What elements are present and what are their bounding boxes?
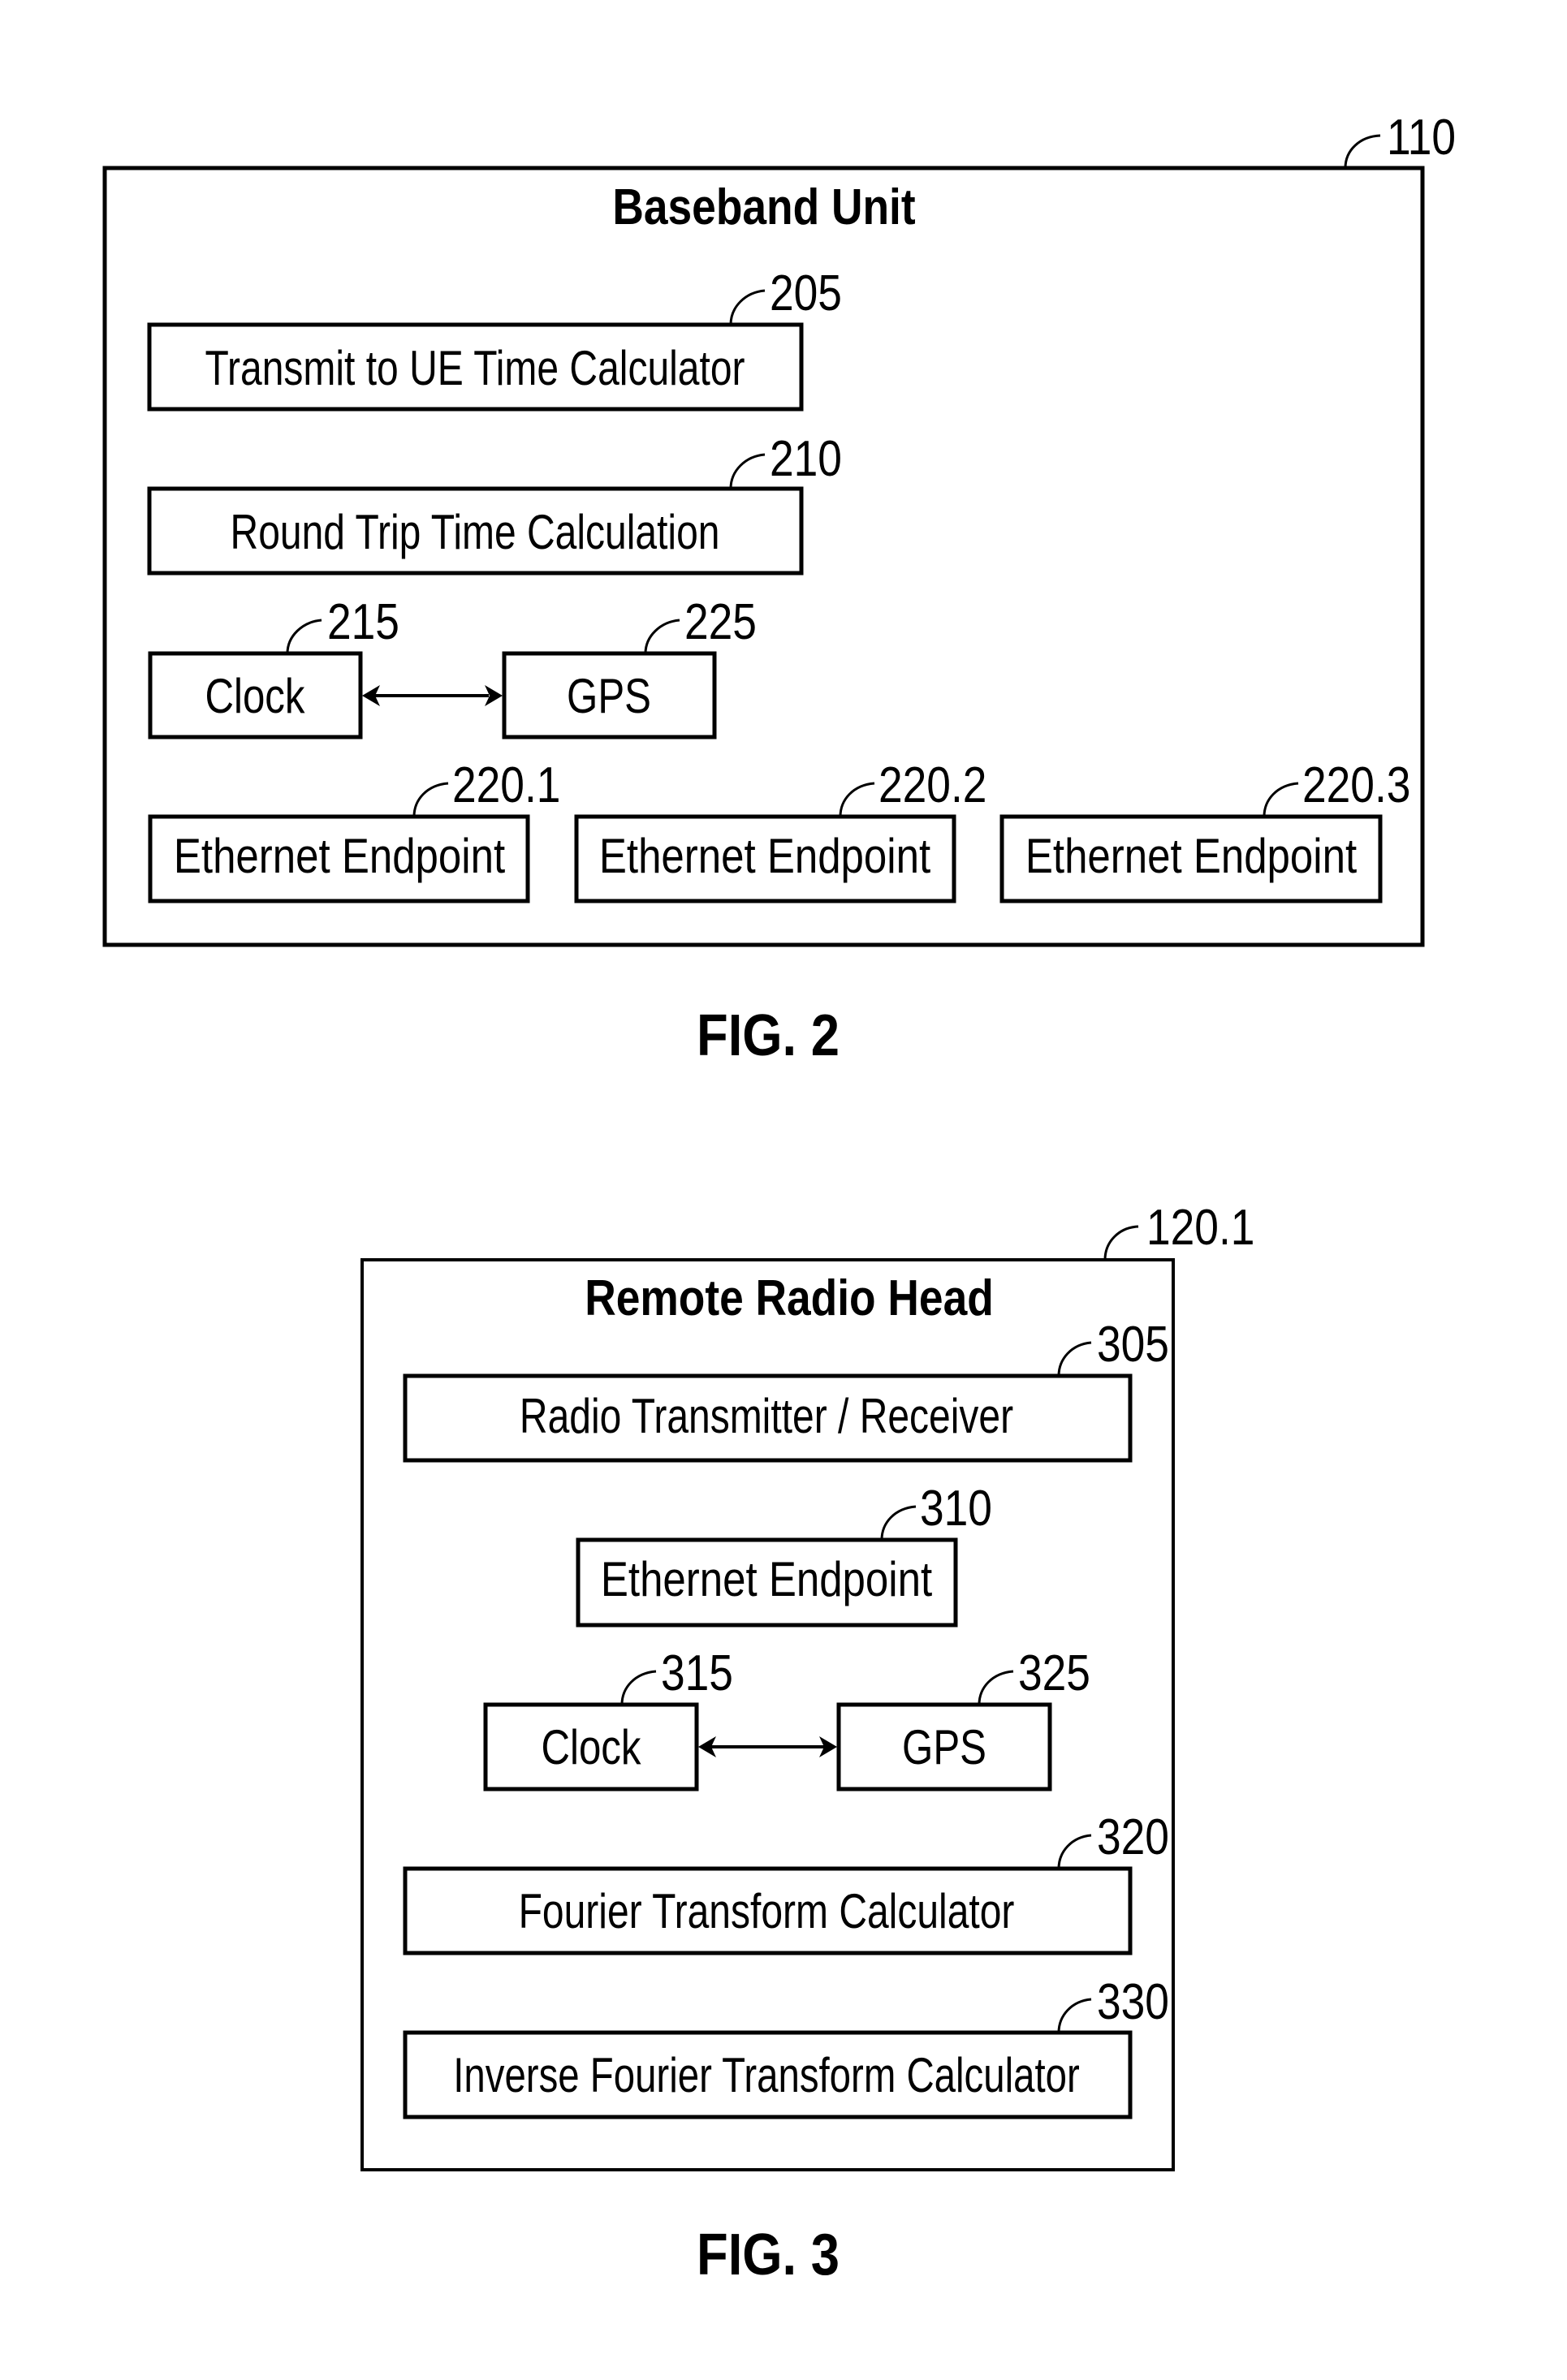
ref-leader-210	[729, 453, 766, 489]
block-label: Inverse Fourier Transform Calculator	[453, 2049, 1080, 2103]
block-label: Fourier Transform Calculator	[519, 1884, 1015, 1938]
figure-2-caption: FIG. 2	[697, 1003, 840, 1068]
ref-number-330: 330	[1097, 1974, 1169, 2030]
ref-leader-310	[880, 1505, 917, 1541]
ref-number-225: 225	[684, 594, 757, 650]
block-label: Round Trip Time Calculation	[231, 505, 720, 559]
block-ethernet-endpoint-3: Ethernet Endpoint 220.3	[999, 757, 1410, 903]
ref-leader-220-2	[839, 782, 875, 817]
ref-leader-320	[1057, 1834, 1092, 1869]
block-transmit-to-ue-time-calculator: Transmit to UE Time Calculator 205	[147, 265, 842, 412]
block-label: GPS	[567, 668, 651, 723]
block-clock: Clock 215	[148, 594, 399, 739]
ref-leader-205	[729, 289, 766, 326]
figure-2: Baseband Unit 110 Transmit to UE Time Ca…	[102, 110, 1456, 1068]
block-fourier-transform-calculator: Fourier Transform Calculator 320	[403, 1809, 1169, 1955]
ref-number-220-2: 220.2	[878, 757, 986, 813]
block-ethernet-endpoint: Ethernet Endpoint 310	[576, 1481, 992, 1628]
remote-radio-head-title: Remote Radio Head	[585, 1270, 994, 1326]
block-ethernet-endpoint-1: Ethernet Endpoint 220.1	[148, 757, 560, 903]
block-label: Ethernet Endpoint	[601, 1552, 933, 1606]
ref-number-325: 325	[1018, 1645, 1090, 1701]
baseband-unit-title: Baseband Unit	[612, 179, 915, 235]
block-inverse-fourier-transform-calculator: Inverse Fourier Transform Calculator 330	[403, 1974, 1169, 2119]
ref-leader-220-1	[412, 782, 449, 817]
ref-leader-315	[620, 1670, 657, 1705]
block-label: Radio Transmitter / Receiver	[520, 1389, 1013, 1443]
block-gps: GPS 225	[502, 594, 757, 739]
block-label: Clock	[205, 668, 305, 723]
patent-drawing-sheet: Baseband Unit 110 Transmit to UE Time Ca…	[102, 110, 1456, 2287]
ref-number-210: 210	[770, 431, 842, 487]
ref-number-320: 320	[1097, 1809, 1169, 1865]
ref-number-120-1: 120.1	[1146, 1200, 1254, 1256]
ref-number-220-1: 220.1	[452, 757, 560, 813]
figure-3: Remote Radio Head 120.1 Radio Transmitte…	[360, 1200, 1254, 2287]
block-gps-rrh: GPS 325	[836, 1645, 1090, 1791]
block-radio-transmitter-receiver: Radio Transmitter / Receiver 305	[403, 1317, 1169, 1463]
ref-number-310: 310	[920, 1481, 992, 1537]
block-label: GPS	[902, 1719, 986, 1774]
block-clock-rrh: Clock 315	[483, 1645, 733, 1791]
block-label: Transmit to UE Time Calculator	[205, 341, 745, 395]
ref-number-315: 315	[661, 1645, 733, 1701]
ref-number-110: 110	[1387, 110, 1456, 166]
block-label: Ethernet Endpoint	[599, 829, 931, 883]
figure-3-caption: FIG. 3	[697, 2223, 840, 2287]
clock-gps-bidirectional-arrow	[362, 685, 503, 706]
ref-number-205: 205	[770, 265, 842, 321]
ref-leader-325	[978, 1670, 1014, 1705]
clock-gps-bidirectional-arrow-rrh	[698, 1736, 837, 1757]
ref-number-305: 305	[1097, 1317, 1169, 1373]
block-label: Ethernet Endpoint	[1025, 829, 1358, 883]
ref-leader-215	[286, 619, 322, 654]
ref-leader-220-3	[1263, 782, 1299, 817]
ref-leader-225	[644, 619, 680, 654]
block-ethernet-endpoint-2: Ethernet Endpoint 220.2	[574, 757, 986, 903]
ref-number-220-3: 220.3	[1302, 757, 1410, 813]
ref-leader-305	[1057, 1341, 1092, 1377]
block-label: Clock	[541, 1719, 641, 1774]
ref-leader-330	[1057, 1998, 1092, 2033]
block-round-trip-time-calculation: Round Trip Time Calculation 210	[147, 431, 842, 576]
ref-number-215: 215	[327, 594, 399, 650]
ref-leader-110	[1344, 134, 1381, 169]
ref-leader-120-1	[1103, 1225, 1139, 1261]
block-label: Ethernet Endpoint	[174, 829, 506, 883]
